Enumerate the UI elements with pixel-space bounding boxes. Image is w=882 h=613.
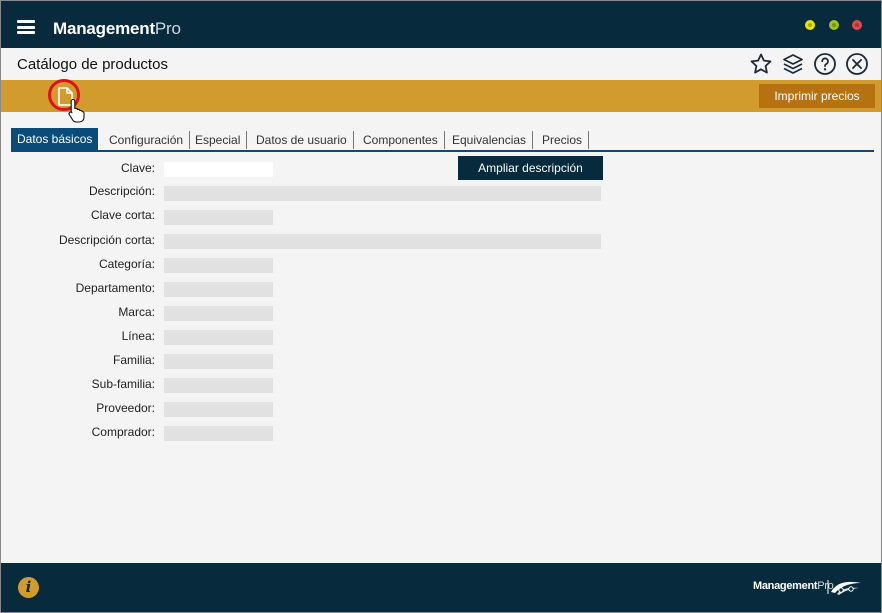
tab-datos-de-usuario[interactable]: Datos de usuario — [250, 131, 354, 149]
layers-icon[interactable] — [781, 52, 805, 76]
brand-name-light: Pro — [154, 19, 181, 38]
help-icon[interactable] — [813, 52, 837, 76]
label-marca: Marca: — [118, 305, 155, 319]
close-circle-icon[interactable] — [845, 52, 869, 76]
page-title: Catálogo de productos — [17, 56, 168, 73]
expand-description-button[interactable]: Ampliar descripción — [458, 156, 603, 180]
sub-familia-field[interactable] — [164, 378, 273, 393]
categoria-field[interactable] — [164, 258, 273, 273]
tab-componentes[interactable]: Componentes — [357, 131, 445, 149]
minimize-button[interactable] — [805, 20, 815, 30]
app-window: ManagementPro Catálogo de productos Impr… — [0, 0, 882, 613]
clave-field[interactable] — [164, 162, 273, 177]
label-familia: Familia: — [112, 353, 155, 367]
marca-field[interactable] — [164, 306, 273, 321]
hamburger-icon[interactable] — [17, 20, 35, 34]
toolbar: Imprimir precios — [1, 80, 881, 112]
descripcion-corta-field[interactable] — [164, 234, 601, 249]
footer-brand: ManagementPro — [753, 580, 834, 592]
brand-name-bold: Management — [53, 19, 155, 38]
title-bar: ManagementPro — [1, 1, 881, 48]
label-clave-corta: Clave corta: — [90, 208, 155, 222]
descripcion-field[interactable] — [164, 186, 601, 201]
tab-datos-basicos[interactable]: Datos básicos — [11, 128, 99, 150]
clave-corta-field[interactable] — [164, 210, 273, 225]
label-sub-familia: Sub-familia: — [91, 377, 155, 391]
label-proveedor: Proveedor: — [96, 401, 155, 415]
close-window-button[interactable] — [852, 20, 862, 30]
maximize-button[interactable] — [829, 20, 839, 30]
proveedor-field[interactable] — [164, 402, 273, 417]
label-clave: Clave: — [120, 161, 155, 175]
star-icon[interactable] — [749, 52, 773, 76]
app-brand: ManagementPro — [53, 19, 181, 39]
tab-configuracion[interactable]: Configuración — [103, 131, 191, 149]
info-icon[interactable]: i — [18, 577, 39, 598]
page-header: Catálogo de productos — [1, 48, 881, 80]
tab-especial[interactable]: Especial — [189, 131, 248, 149]
tab-precios[interactable]: Precios — [536, 131, 590, 149]
label-descripcion-corta: Descripción corta: — [58, 233, 155, 247]
footer-brand-bold: Management — [753, 580, 818, 592]
label-categoria: Categoría: — [98, 257, 155, 271]
linea-field[interactable] — [164, 330, 273, 345]
label-comprador: Comprador: — [91, 425, 155, 439]
label-linea: Línea: — [121, 329, 155, 343]
print-prices-button[interactable]: Imprimir precios — [759, 84, 875, 108]
departamento-field[interactable] — [164, 282, 273, 297]
comprador-field[interactable] — [164, 426, 273, 441]
footer: i ManagementPro — [1, 563, 881, 612]
new-document-icon[interactable] — [50, 83, 80, 110]
label-departamento: Departamento: — [75, 281, 155, 295]
brand-logo-icon — [827, 578, 863, 596]
familia-field[interactable] — [164, 354, 273, 369]
label-descripcion: Descripción: — [88, 184, 155, 198]
tab-bar: Datos básicos Configuración Especial Dat… — [11, 128, 874, 152]
tab-equivalencias[interactable]: Equivalencias — [446, 131, 534, 149]
